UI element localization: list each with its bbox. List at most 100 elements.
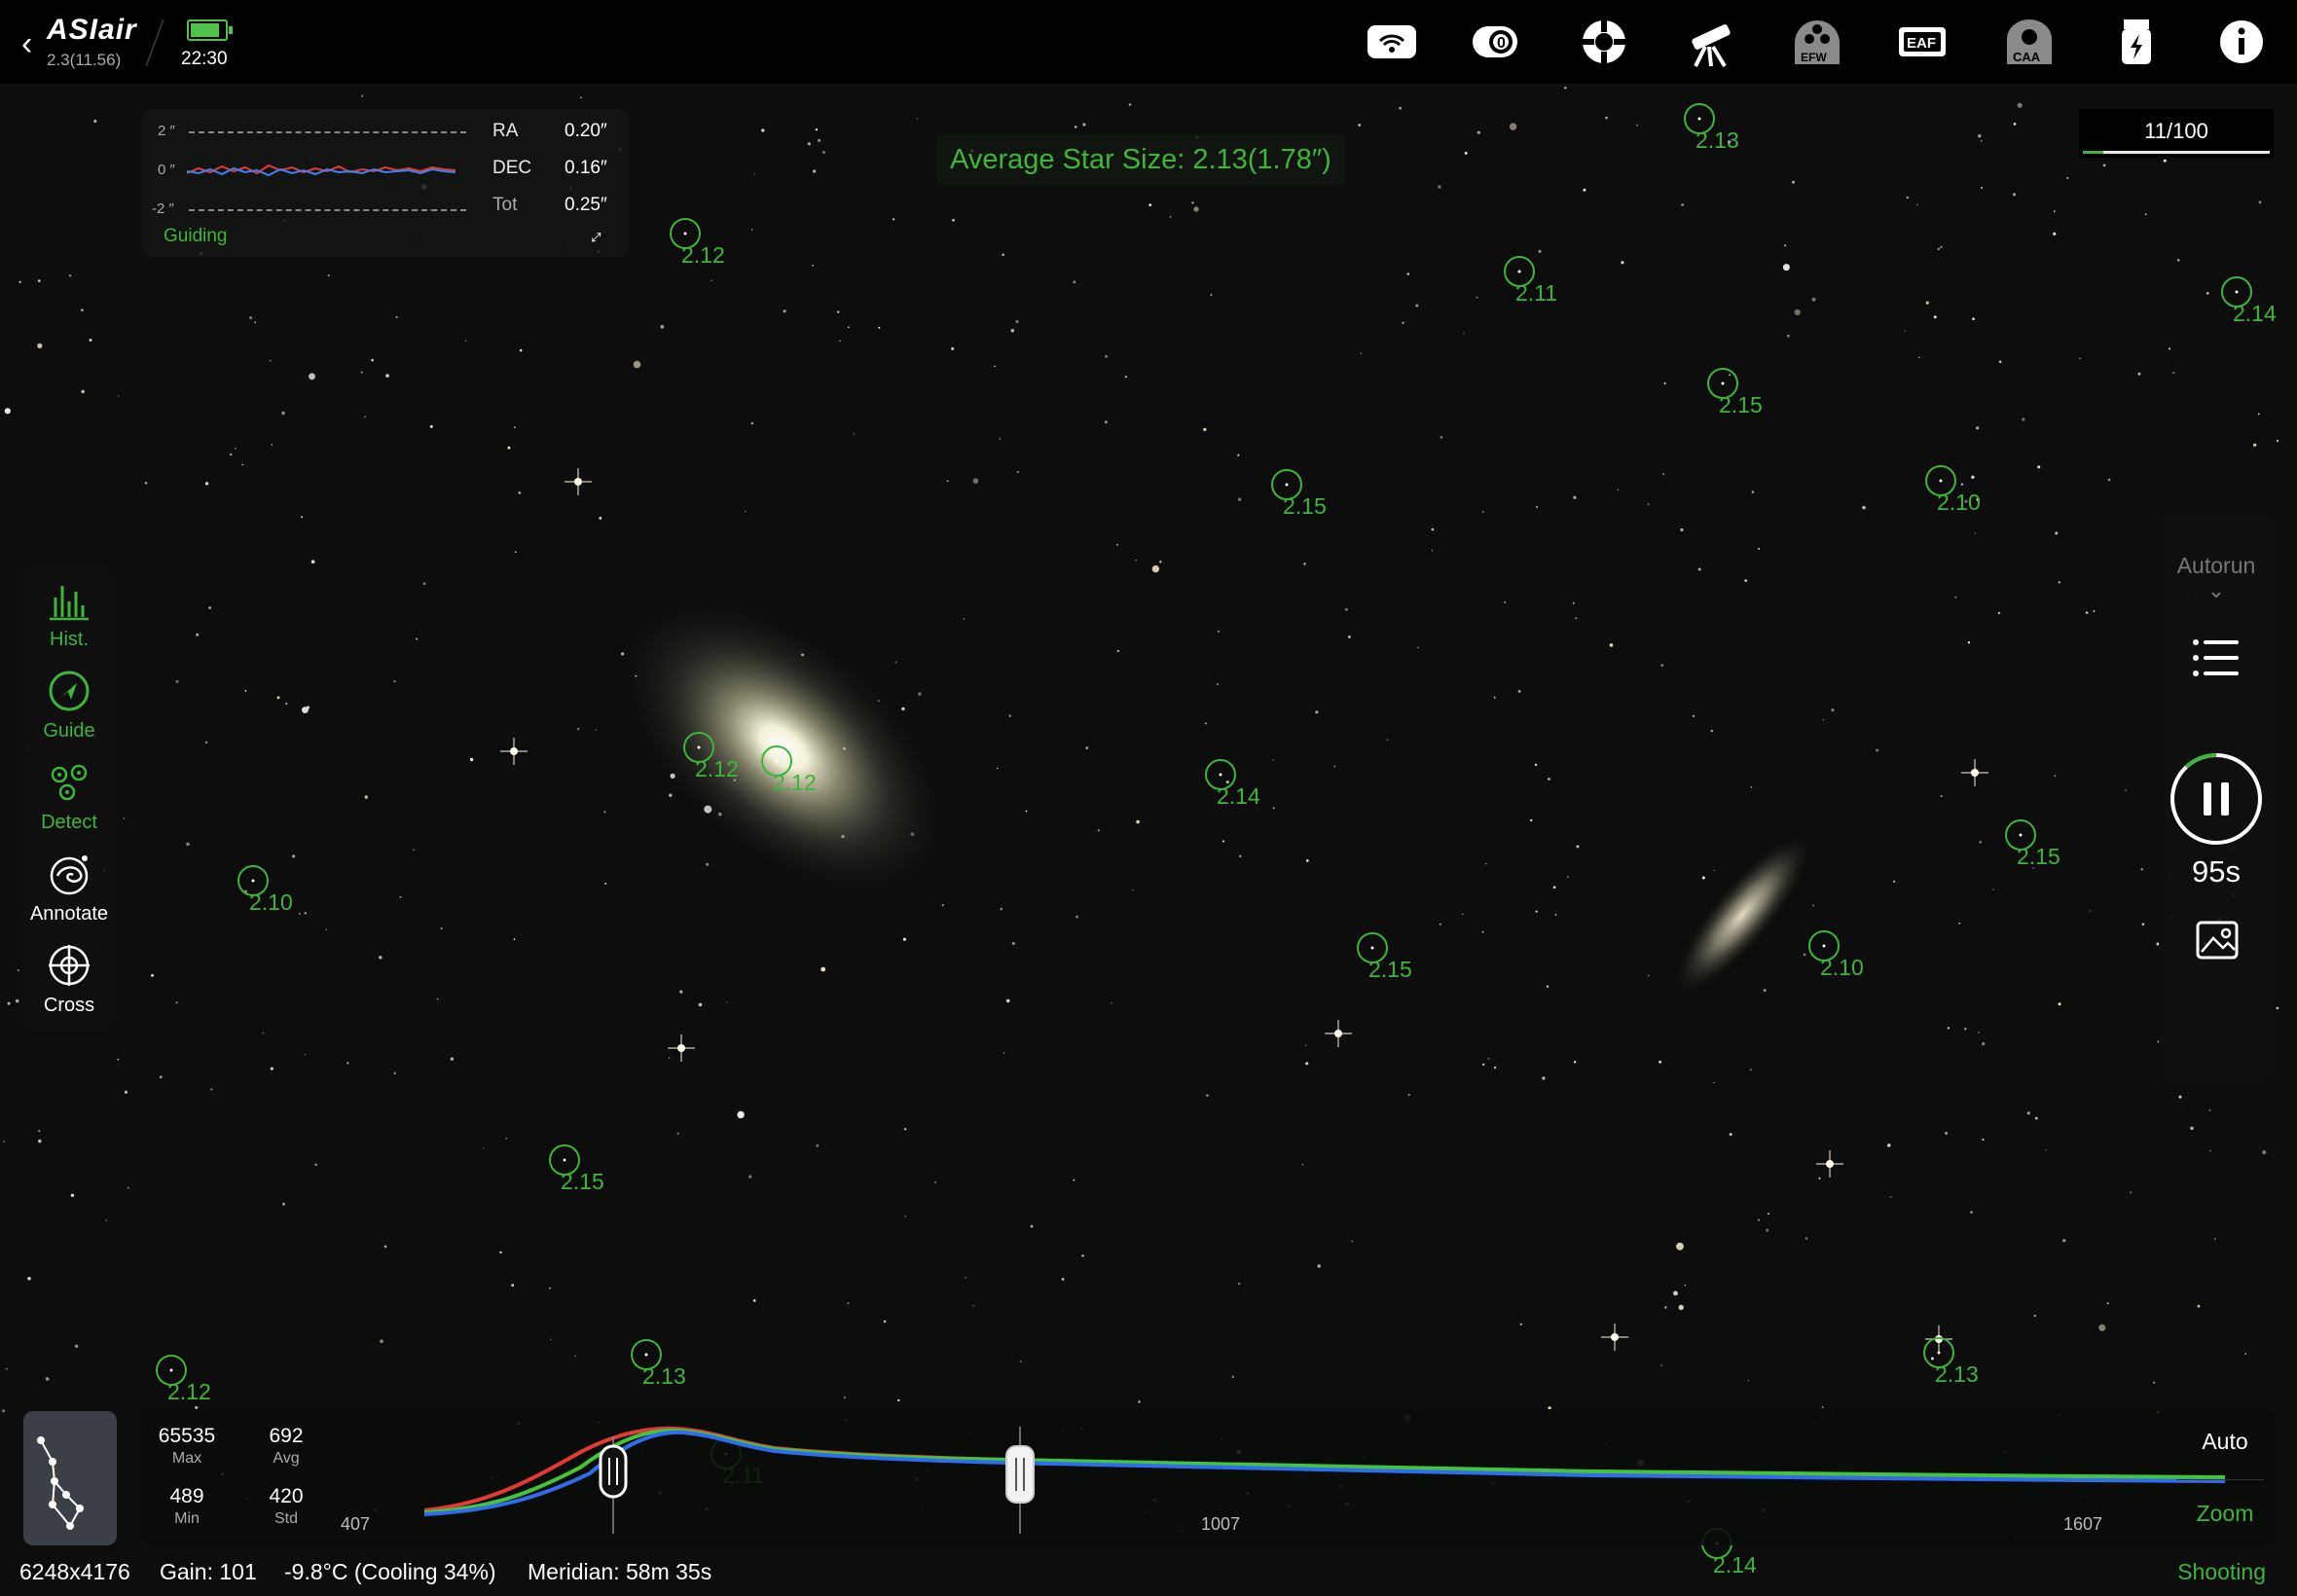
star [1116, 543, 1119, 546]
star [1315, 710, 1319, 714]
tool-detect[interactable]: Detect [21, 759, 117, 834]
black-point-handle[interactable] [599, 1444, 628, 1499]
image-gallery-icon[interactable] [2194, 917, 2241, 963]
dec-value: 0.16″ [565, 158, 607, 178]
zoom-button[interactable]: Zoom [2176, 1501, 2274, 1527]
star [89, 339, 92, 342]
star [1575, 617, 1578, 620]
star [1573, 495, 1577, 499]
tool-cross[interactable]: Cross [21, 942, 117, 1017]
star [399, 896, 402, 898]
star [2137, 372, 2141, 376]
battery-icon [187, 19, 233, 41]
star [282, 1202, 285, 1206]
star [1546, 985, 1550, 988]
expand-icon[interactable]: ↕ [584, 224, 609, 249]
star [2054, 775, 2057, 778]
star [1136, 819, 1140, 824]
star [2130, 1191, 2133, 1194]
star [1552, 886, 1556, 889]
star [270, 1067, 273, 1070]
guiding-trace [187, 163, 456, 177]
star [230, 453, 233, 456]
tool-histogram[interactable]: Hist. [21, 576, 117, 651]
star [499, 1251, 502, 1254]
histogram-icon [50, 586, 89, 621]
tool-label: Annotate [29, 903, 109, 925]
star [1713, 869, 1715, 872]
star [513, 938, 516, 940]
star [1305, 1044, 1307, 1046]
star [2062, 1239, 2066, 1243]
star [1272, 759, 1275, 761]
star [946, 480, 949, 483]
mode-label: Shooting [2177, 1559, 2266, 1584]
info-icon[interactable] [2211, 14, 2272, 70]
star [952, 218, 955, 222]
star [1564, 87, 1567, 90]
star [1, 1409, 6, 1413]
list-icon[interactable] [2192, 636, 2241, 679]
star [1812, 904, 1814, 907]
eaf-icon[interactable]: EAF [1892, 14, 1952, 70]
star [1517, 690, 1521, 693]
frame-progress: 11/100 [2079, 109, 2274, 158]
star [1684, 1284, 1687, 1287]
star [38, 1139, 42, 1143]
star [1402, 321, 1404, 324]
back-chevron-icon[interactable]: ‹ [21, 25, 32, 63]
detected-star [169, 1368, 173, 1372]
star [848, 326, 850, 329]
star [2, 1141, 5, 1143]
star [1476, 296, 1478, 299]
star [1783, 244, 1787, 247]
constellation-thumbnail[interactable] [23, 1411, 117, 1545]
exposure-countdown: 95s [2192, 854, 2241, 889]
star [1493, 1066, 1497, 1070]
tot-label: Tot [492, 195, 518, 215]
white-point-handle[interactable] [1005, 1445, 1035, 1504]
auto-stretch-button[interactable]: Auto [2176, 1429, 2274, 1455]
detected-star [1937, 1351, 1941, 1355]
star [379, 956, 383, 960]
detected-star [1285, 483, 1289, 487]
star [1485, 863, 1487, 865]
star [4, 408, 11, 415]
wifi-icon[interactable] [1362, 14, 1422, 70]
tool-annotate[interactable]: Annotate [21, 851, 117, 925]
chevron-down-icon[interactable]: ⌄ [2159, 578, 2274, 603]
star [254, 321, 257, 324]
star [549, 1287, 551, 1289]
star [1061, 1278, 1065, 1281]
star [1481, 511, 1484, 513]
star [1124, 376, 1127, 379]
star [1530, 818, 1533, 822]
star [1482, 1063, 1485, 1066]
star [2208, 1108, 2211, 1111]
star [1904, 330, 1906, 332]
star [2058, 581, 2060, 584]
camera-icon[interactable]: 0 [1465, 14, 1525, 70]
star [413, 849, 415, 852]
star [1822, 719, 1825, 721]
star [74, 1344, 79, 1349]
star [1210, 293, 1213, 296]
pause-button[interactable] [2169, 751, 2264, 847]
guiding-graph-panel[interactable]: 2 ″ 0 ″ -2 ″ RA 0.20″ DEC 0.16″ Tot 0.25… [142, 109, 629, 257]
caa-icon[interactable]: CAA [1999, 14, 2060, 70]
guide-scope-icon[interactable] [1574, 14, 1634, 70]
efw-icon[interactable]: EFW [1787, 14, 1847, 70]
star [511, 1284, 515, 1288]
star [271, 444, 273, 446]
star [1003, 1052, 1005, 1054]
star [1583, 188, 1586, 192]
star [837, 310, 840, 313]
star [483, 1147, 485, 1149]
telescope-icon[interactable] [1680, 14, 1740, 70]
tool-guide[interactable]: Guide [21, 668, 117, 743]
autorun-label[interactable]: Autorun [2159, 553, 2274, 579]
avg-label: Avg [273, 1450, 300, 1467]
star [603, 811, 606, 814]
star [440, 927, 443, 929]
usb-power-icon[interactable] [2106, 14, 2167, 70]
